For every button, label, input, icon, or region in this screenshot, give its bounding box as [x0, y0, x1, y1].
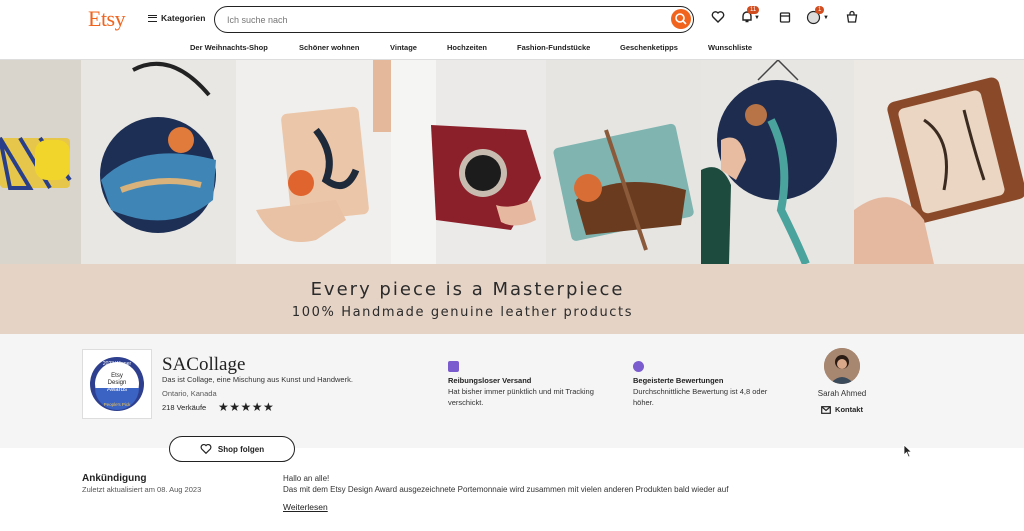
shop-info-section: 2023 Winner Etsy Design Awards People's …: [0, 334, 1024, 448]
feature-reviews: Begeisterte Bewertungen Durchschnittlich…: [633, 361, 773, 408]
banner-photo: [854, 60, 1024, 264]
feature-shipping: Reibungsloser Versand Hat bisher immer p…: [448, 361, 623, 408]
rating-stars[interactable]: ★★★★★: [218, 400, 274, 414]
follow-shop-button[interactable]: Shop folgen: [169, 436, 295, 462]
feature-title: Reibungsloser Versand: [448, 376, 532, 385]
etsy-logo[interactable]: Etsy: [88, 6, 126, 32]
announcement-line: Hallo an alle!: [283, 474, 330, 483]
chevron-down-icon: ▼: [823, 15, 829, 21]
nav-item-gifts[interactable]: Geschenketipps: [620, 43, 678, 52]
search-icon: [675, 13, 687, 25]
search-input[interactable]: [227, 12, 657, 27]
banner-photo: [391, 60, 546, 264]
badge-sub-text: People's Pick: [104, 402, 132, 407]
nav-item-vintage[interactable]: Vintage: [390, 43, 417, 52]
favorites-button[interactable]: [711, 10, 727, 26]
mouse-cursor-icon: [903, 444, 913, 458]
shop-name: SACollage: [162, 354, 246, 375]
banner-photo: [81, 60, 236, 264]
categories-label: Kategorien: [161, 13, 206, 23]
top-header: Etsy Kategorien 11 ▼ 1: [0, 0, 1024, 38]
star-badge-icon: [633, 361, 644, 372]
nav-item-wishlist[interactable]: Wunschliste: [708, 43, 752, 52]
nav-item-fashion[interactable]: Fashion-Fundstücke: [517, 43, 590, 52]
nav-item-christmas[interactable]: Der Weihnachts-Shop: [190, 43, 268, 52]
read-more-link[interactable]: Weiterlesen: [283, 502, 328, 512]
svg-text:Awards: Awards: [107, 387, 127, 393]
search-button[interactable]: [671, 9, 691, 29]
notifications-badge: 11: [747, 6, 760, 14]
shop-icon[interactable]: 2023 Winner Etsy Design Awards People's …: [82, 349, 152, 419]
banner-photo: [236, 60, 391, 264]
search-bar: [214, 6, 694, 33]
shop-manager-button[interactable]: [778, 10, 794, 26]
contact-button[interactable]: Kontakt: [812, 405, 872, 414]
feature-description: Hat bisher immer pünktlich und mit Track…: [448, 387, 594, 407]
account-badge: 1: [815, 6, 825, 14]
contact-label: Kontakt: [835, 405, 863, 414]
banner-subtitle: 100% Handmade genuine leather products: [291, 305, 634, 320]
shop-owner: Sarah Ahmed Kontakt: [812, 348, 872, 414]
banner-photo: [701, 60, 854, 264]
announcement-title: Ankündigung: [82, 473, 147, 484]
shop-description: Das ist Collage, eine Mischung aus Kunst…: [162, 375, 353, 384]
heart-icon: [200, 443, 212, 455]
banner-tagline-strip: Every piece is a Masterpiece 100% Handma…: [0, 264, 1024, 334]
notifications-button[interactable]: 11 ▼: [740, 6, 760, 26]
truck-icon: [448, 361, 459, 372]
mail-icon: [821, 405, 831, 414]
nav-item-weddings[interactable]: Hochzeiten: [447, 43, 487, 52]
shop-sales-count[interactable]: 218 Verkäufe: [162, 403, 206, 412]
banner-photo: [546, 60, 701, 264]
banner-tagline: Every piece is a Masterpiece: [310, 279, 625, 300]
category-nav: Der Weihnachts-Shop Schöner wohnen Vinta…: [0, 38, 1024, 60]
avatar[interactable]: [824, 348, 860, 384]
store-icon: [779, 12, 791, 23]
nav-item-home[interactable]: Schöner wohnen: [299, 43, 359, 52]
announcement-line: Das mit dem Etsy Design Award ausgezeich…: [283, 485, 729, 494]
feature-title: Begeisterte Bewertungen: [633, 376, 724, 385]
badge-year-text: 2023 Winner: [103, 361, 132, 367]
owner-name[interactable]: Sarah Ahmed: [812, 389, 872, 398]
follow-label: Shop folgen: [217, 444, 265, 454]
announcement-updated: Zuletzt aktualisiert am 08. Aug 2023: [82, 485, 202, 494]
account-button[interactable]: 1 ▼: [806, 6, 829, 26]
svg-text:Design: Design: [108, 380, 127, 386]
banner-photo: [0, 60, 81, 264]
heart-icon: [711, 11, 725, 23]
shop-location: Ontario, Kanada: [162, 389, 217, 398]
cart-button[interactable]: [845, 10, 861, 26]
shopping-bag-icon: [846, 10, 858, 23]
shop-banner: Every piece is a Masterpiece 100% Handma…: [0, 60, 1024, 334]
svg-text:Etsy: Etsy: [111, 373, 123, 379]
chevron-down-icon: ▼: [754, 15, 760, 21]
menu-icon: [148, 14, 157, 22]
categories-button[interactable]: Kategorien: [148, 13, 205, 23]
feature-description: Durchschnittliche Bewertung ist 4,8 oder…: [633, 387, 768, 407]
